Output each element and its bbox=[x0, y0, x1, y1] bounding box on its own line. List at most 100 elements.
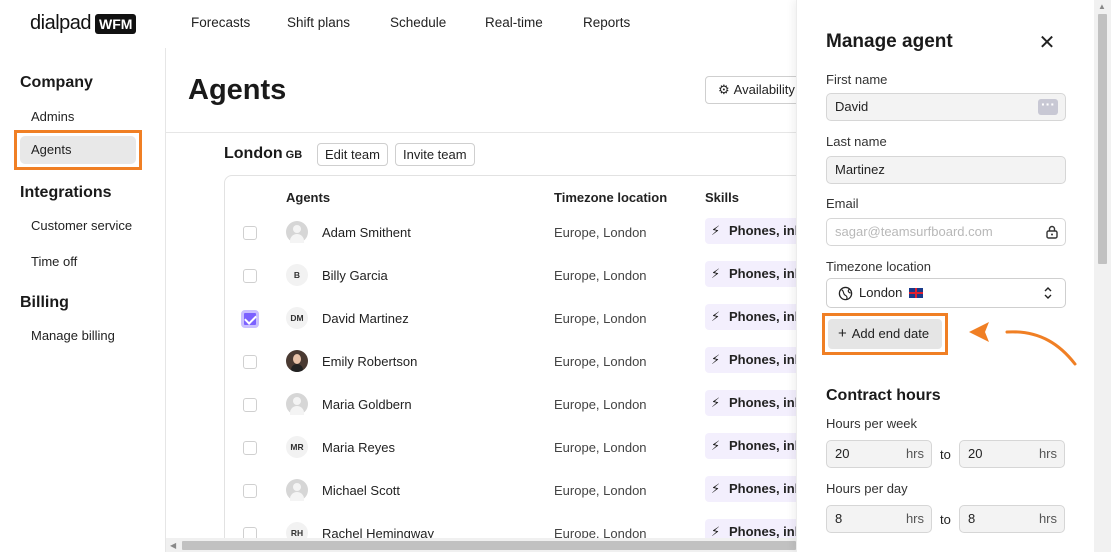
table-row[interactable]: B Billy Garcia Europe, London ⚡ Phones, i… bbox=[225, 256, 823, 299]
email-label: Email bbox=[826, 196, 859, 211]
avatar: B bbox=[286, 264, 308, 286]
add-end-date-button[interactable]: + Add end date bbox=[828, 319, 942, 349]
sidebar-item-agents[interactable]: Agents bbox=[20, 136, 136, 164]
scroll-up-arrow-icon[interactable]: ▲ bbox=[1098, 2, 1106, 11]
logo-wordmark: dialpad bbox=[30, 12, 92, 34]
uk-flag-icon bbox=[909, 288, 924, 298]
logo-badge: WFM bbox=[95, 13, 137, 34]
column-header-skills[interactable]: Skills bbox=[705, 190, 739, 205]
first-name-field[interactable]: David ··· bbox=[826, 93, 1066, 121]
avatar bbox=[286, 350, 308, 372]
annotation-arrow-icon bbox=[969, 322, 1077, 366]
agent-timezone: Europe, London bbox=[554, 268, 647, 283]
gear-icon: ⚙ bbox=[718, 82, 730, 97]
column-header-agents[interactable]: Agents bbox=[286, 190, 330, 205]
nav-real-time[interactable]: Real-time bbox=[485, 15, 583, 30]
table-row[interactable]: Maria Goldbern Europe, London ⚡ Phones, i… bbox=[225, 385, 823, 428]
plus-icon: + bbox=[838, 325, 847, 342]
settings-sidebar: Company Admins Agents Integrations Custo… bbox=[0, 48, 166, 552]
table-row[interactable]: DM David Martinez Europe, London ⚡ Phones… bbox=[225, 299, 823, 342]
sidebar-heading-integrations: Integrations bbox=[20, 184, 112, 201]
table-row[interactable]: Emily Robertson Europe, London ⚡ Phones, … bbox=[225, 342, 823, 385]
lightning-icon: ⚡ bbox=[711, 352, 721, 367]
horizontal-scrollbar[interactable]: ◀ bbox=[166, 538, 796, 552]
avatar: MR bbox=[286, 436, 308, 458]
timezone-select[interactable]: London bbox=[826, 278, 1066, 308]
hours-per-week-min-field[interactable]: 20 hrs bbox=[826, 440, 932, 468]
sidebar-item-manage-billing[interactable]: Manage billing bbox=[31, 328, 115, 343]
hours-per-week-label: Hours per week bbox=[826, 416, 918, 431]
agent-name: Maria Goldbern bbox=[322, 397, 412, 412]
hours-per-week-min-value: 20 bbox=[835, 446, 850, 461]
agent-name: Maria Reyes bbox=[322, 440, 395, 455]
agent-timezone: Europe, London bbox=[554, 483, 647, 498]
unit-label: hrs bbox=[1038, 446, 1057, 461]
agent-name: Billy Garcia bbox=[322, 268, 388, 283]
hours-per-day-max-field[interactable]: 8 hrs bbox=[959, 505, 1065, 533]
table-row[interactable]: Adam Smithent Europe, London ⚡ Phones, in… bbox=[225, 213, 823, 256]
agent-name: Adam Smithent bbox=[322, 225, 411, 240]
avatar: DM bbox=[286, 307, 308, 329]
table-row[interactable]: Michael Scott Europe, London ⚡ Phones, in… bbox=[225, 471, 823, 514]
dialpad-wfm-logo[interactable]: dialpad WFM bbox=[30, 12, 137, 35]
agents-main: Agents ⚙ Availability London GB Edit team … bbox=[166, 48, 824, 552]
range-to-label: to bbox=[940, 447, 951, 462]
add-end-date-label: Add end date bbox=[851, 326, 930, 341]
sidebar-item-time-off[interactable]: Time off bbox=[31, 254, 77, 269]
lock-icon bbox=[1046, 225, 1058, 239]
first-name-label: First name bbox=[826, 72, 888, 87]
divider bbox=[166, 132, 796, 133]
lightning-icon: ⚡ bbox=[711, 223, 721, 238]
first-name-value: David bbox=[835, 99, 869, 114]
row-checkbox[interactable] bbox=[243, 484, 257, 498]
unit-label: hrs bbox=[905, 446, 924, 461]
close-icon[interactable]: ✕ bbox=[1038, 30, 1056, 55]
table-row[interactable]: MR Maria Reyes Europe, London ⚡ Phones, i… bbox=[225, 428, 823, 471]
nav-schedule[interactable]: Schedule bbox=[390, 15, 485, 30]
row-checkbox[interactable] bbox=[243, 398, 257, 412]
avatar bbox=[286, 479, 308, 501]
row-checkbox[interactable] bbox=[243, 226, 257, 240]
range-to-label: to bbox=[940, 512, 951, 527]
availability-label: Availability bbox=[733, 82, 795, 97]
edit-team-button[interactable]: Edit team bbox=[317, 143, 388, 166]
row-checkbox[interactable] bbox=[243, 441, 257, 455]
last-name-label: Last name bbox=[826, 134, 887, 149]
team-title: London GB bbox=[224, 145, 302, 163]
hours-per-week-max-field[interactable]: 20 hrs bbox=[959, 440, 1065, 468]
top-navigation-bar: dialpad WFM Forecasts Shift plans Schedu… bbox=[0, 0, 796, 48]
vertical-scroll-thumb[interactable] bbox=[1098, 14, 1107, 264]
vertical-scrollbar[interactable]: ▲ bbox=[1094, 0, 1111, 552]
row-checkbox[interactable] bbox=[243, 355, 257, 369]
invite-team-button[interactable]: Invite team bbox=[395, 143, 475, 166]
row-checkbox-checked[interactable] bbox=[241, 310, 259, 328]
contract-hours-heading: Contract hours bbox=[826, 387, 941, 404]
nav-shift-plans[interactable]: Shift plans bbox=[287, 15, 390, 30]
scroll-left-arrow-icon[interactable]: ◀ bbox=[170, 541, 176, 550]
column-header-timezone[interactable]: Timezone location bbox=[554, 190, 667, 205]
nav-reports[interactable]: Reports bbox=[583, 15, 630, 30]
last-name-field[interactable]: Martinez bbox=[826, 156, 1066, 184]
avatar bbox=[286, 221, 308, 243]
row-checkbox[interactable] bbox=[243, 269, 257, 283]
agent-timezone: Europe, London bbox=[554, 311, 647, 326]
sidebar-item-customer-service[interactable]: Customer service bbox=[31, 218, 132, 233]
horizontal-scroll-thumb[interactable] bbox=[182, 541, 796, 550]
sidebar-highlight-box: Agents bbox=[14, 130, 142, 170]
more-dots-icon[interactable]: ··· bbox=[1038, 97, 1058, 115]
avatar bbox=[286, 393, 308, 415]
lightning-icon: ⚡ bbox=[711, 481, 721, 496]
agent-timezone: Europe, London bbox=[554, 354, 647, 369]
agent-timezone: Europe, London bbox=[554, 225, 647, 240]
last-name-value: Martinez bbox=[835, 162, 885, 177]
manage-agent-panel: Manage agent ✕ First name David ··· Last… bbox=[796, 0, 1094, 552]
agent-name: Michael Scott bbox=[322, 483, 401, 498]
hours-per-day-min-value: 8 bbox=[835, 511, 843, 526]
nav-forecasts[interactable]: Forecasts bbox=[191, 15, 287, 30]
sidebar-item-admins[interactable]: Admins bbox=[31, 109, 74, 124]
availability-button[interactable]: ⚙ Availability bbox=[705, 76, 805, 104]
page-title: Agents bbox=[188, 74, 287, 106]
hours-per-day-min-field[interactable]: 8 hrs bbox=[826, 505, 932, 533]
sidebar-heading-billing: Billing bbox=[20, 294, 69, 311]
agent-name: David Martinez bbox=[322, 311, 409, 326]
